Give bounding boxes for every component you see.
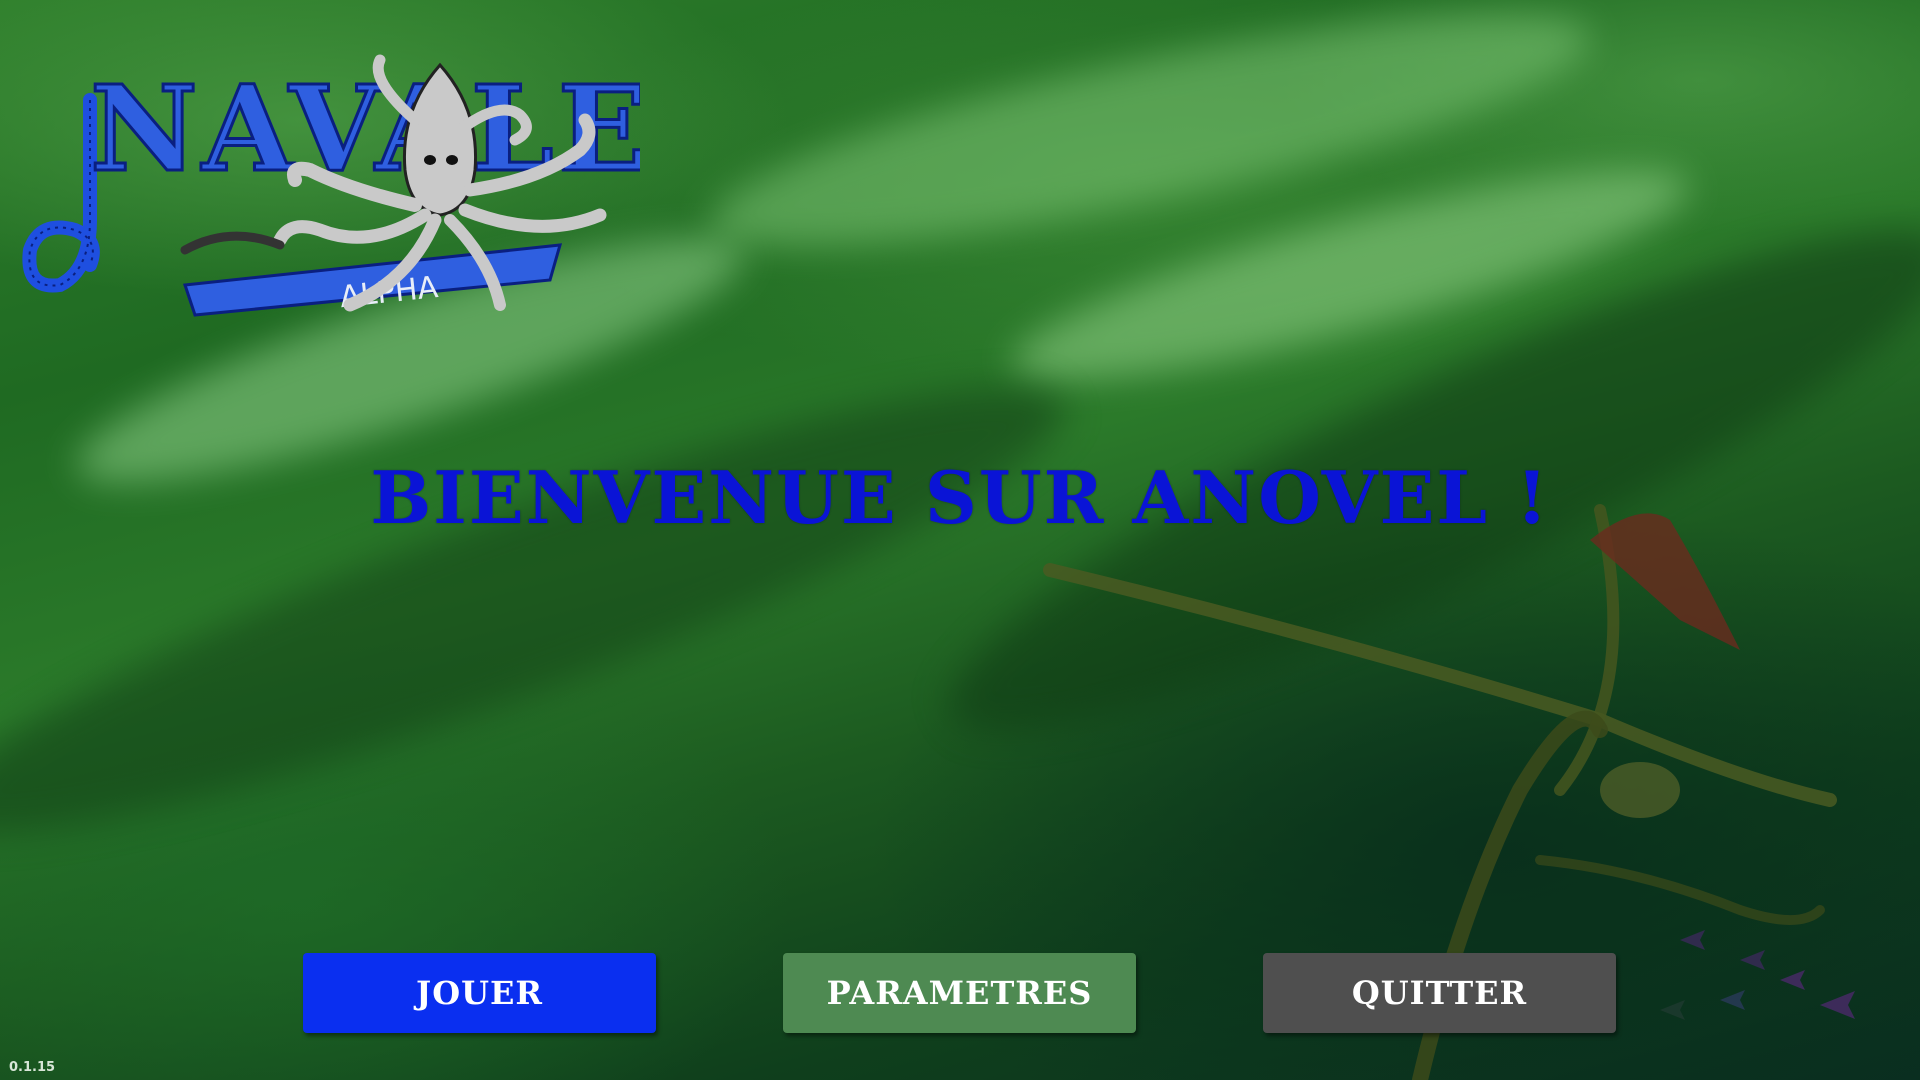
main-menu-screen: NAVALE ALPHA BIENVENUE SUR ANOVEL ! JOUE… <box>0 0 1920 1080</box>
version-label: 0.1.15 <box>9 1060 56 1075</box>
logo-text: NAVALE <box>90 59 640 198</box>
settings-button[interactable]: Parametres <box>783 953 1136 1033</box>
welcome-title: Bienvenue sur Anovel ! <box>370 455 1550 540</box>
play-button[interactable]: Jouer <box>303 953 656 1033</box>
fish-school-icon <box>1660 930 1855 1020</box>
quit-button[interactable]: Quitter <box>1263 953 1616 1033</box>
game-logo: NAVALE ALPHA <box>22 54 640 317</box>
